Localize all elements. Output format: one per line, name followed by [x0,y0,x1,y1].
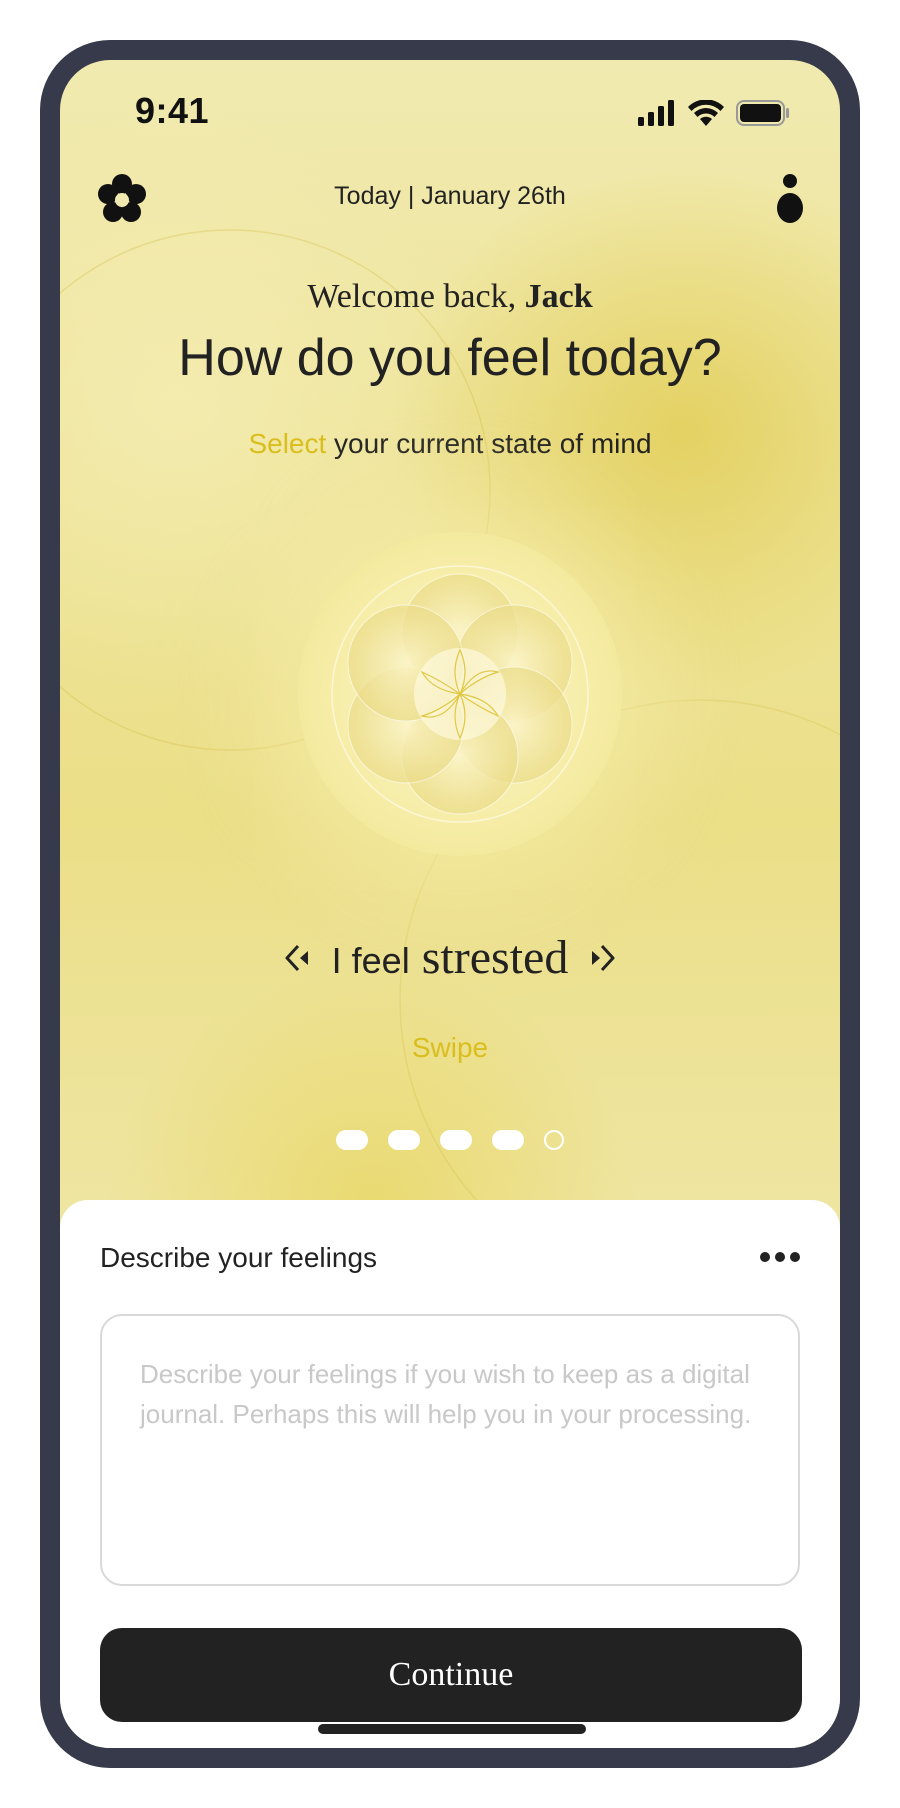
instruction-rest: your current state of mind [326,428,652,459]
pagination-dot[interactable] [388,1130,420,1150]
mood-orb[interactable] [298,532,622,856]
pagination-dot-active[interactable] [544,1130,564,1150]
chevron-right-icon [592,944,615,971]
home-indicator[interactable] [318,1724,586,1734]
app-screen: 9:41 Today | January 26th Welcome back, … [60,60,840,1748]
journal-title: Describe your feelings [100,1242,378,1273]
instruction-accent: Select [248,428,327,459]
wifi-icon [688,100,724,126]
pagination-dot[interactable] [492,1130,524,1150]
feelings-textarea[interactable] [100,1314,800,1586]
more-dot [760,1252,770,1262]
next-mood-button[interactable] [586,941,618,975]
mood-label: I feel strested [332,930,569,985]
more-dot [790,1252,800,1262]
pagination-dot[interactable] [336,1130,368,1150]
continue-button[interactable]: Continue [100,1628,802,1722]
profile-icon[interactable] [773,172,807,224]
phone-frame: 9:41 Today | January 26th Welcome back, … [40,40,860,1768]
flower-of-life-icon [331,565,589,823]
mood-prefix: I feel [331,940,410,981]
user-name: Jack [524,278,593,315]
more-dots-icon[interactable] [760,1250,800,1264]
journal-sheet: Describe your feelings Continue [60,1200,840,1748]
status-time: 9:41 [135,90,210,131]
status-icons [638,98,790,128]
swipe-hint: Swipe [411,1032,489,1063]
pagination-dots [60,1130,840,1150]
chevron-left-icon [285,944,308,971]
previous-mood-button[interactable] [282,941,314,975]
mood-selector: I feel strested [60,930,840,985]
page-title: How do you feel today? [178,329,722,387]
pagination-dot[interactable] [440,1130,472,1150]
welcome-prefix: Welcome back, [307,278,525,315]
cellular-signal-icon [638,100,674,126]
welcome-text: Welcome back, Jack [60,278,840,316]
current-mood: strested [421,931,569,984]
battery-icon [736,100,789,126]
more-dot [775,1252,785,1262]
instruction-text: Select your current state of mind [60,428,840,460]
date-label: Today | January 26th [334,182,566,210]
